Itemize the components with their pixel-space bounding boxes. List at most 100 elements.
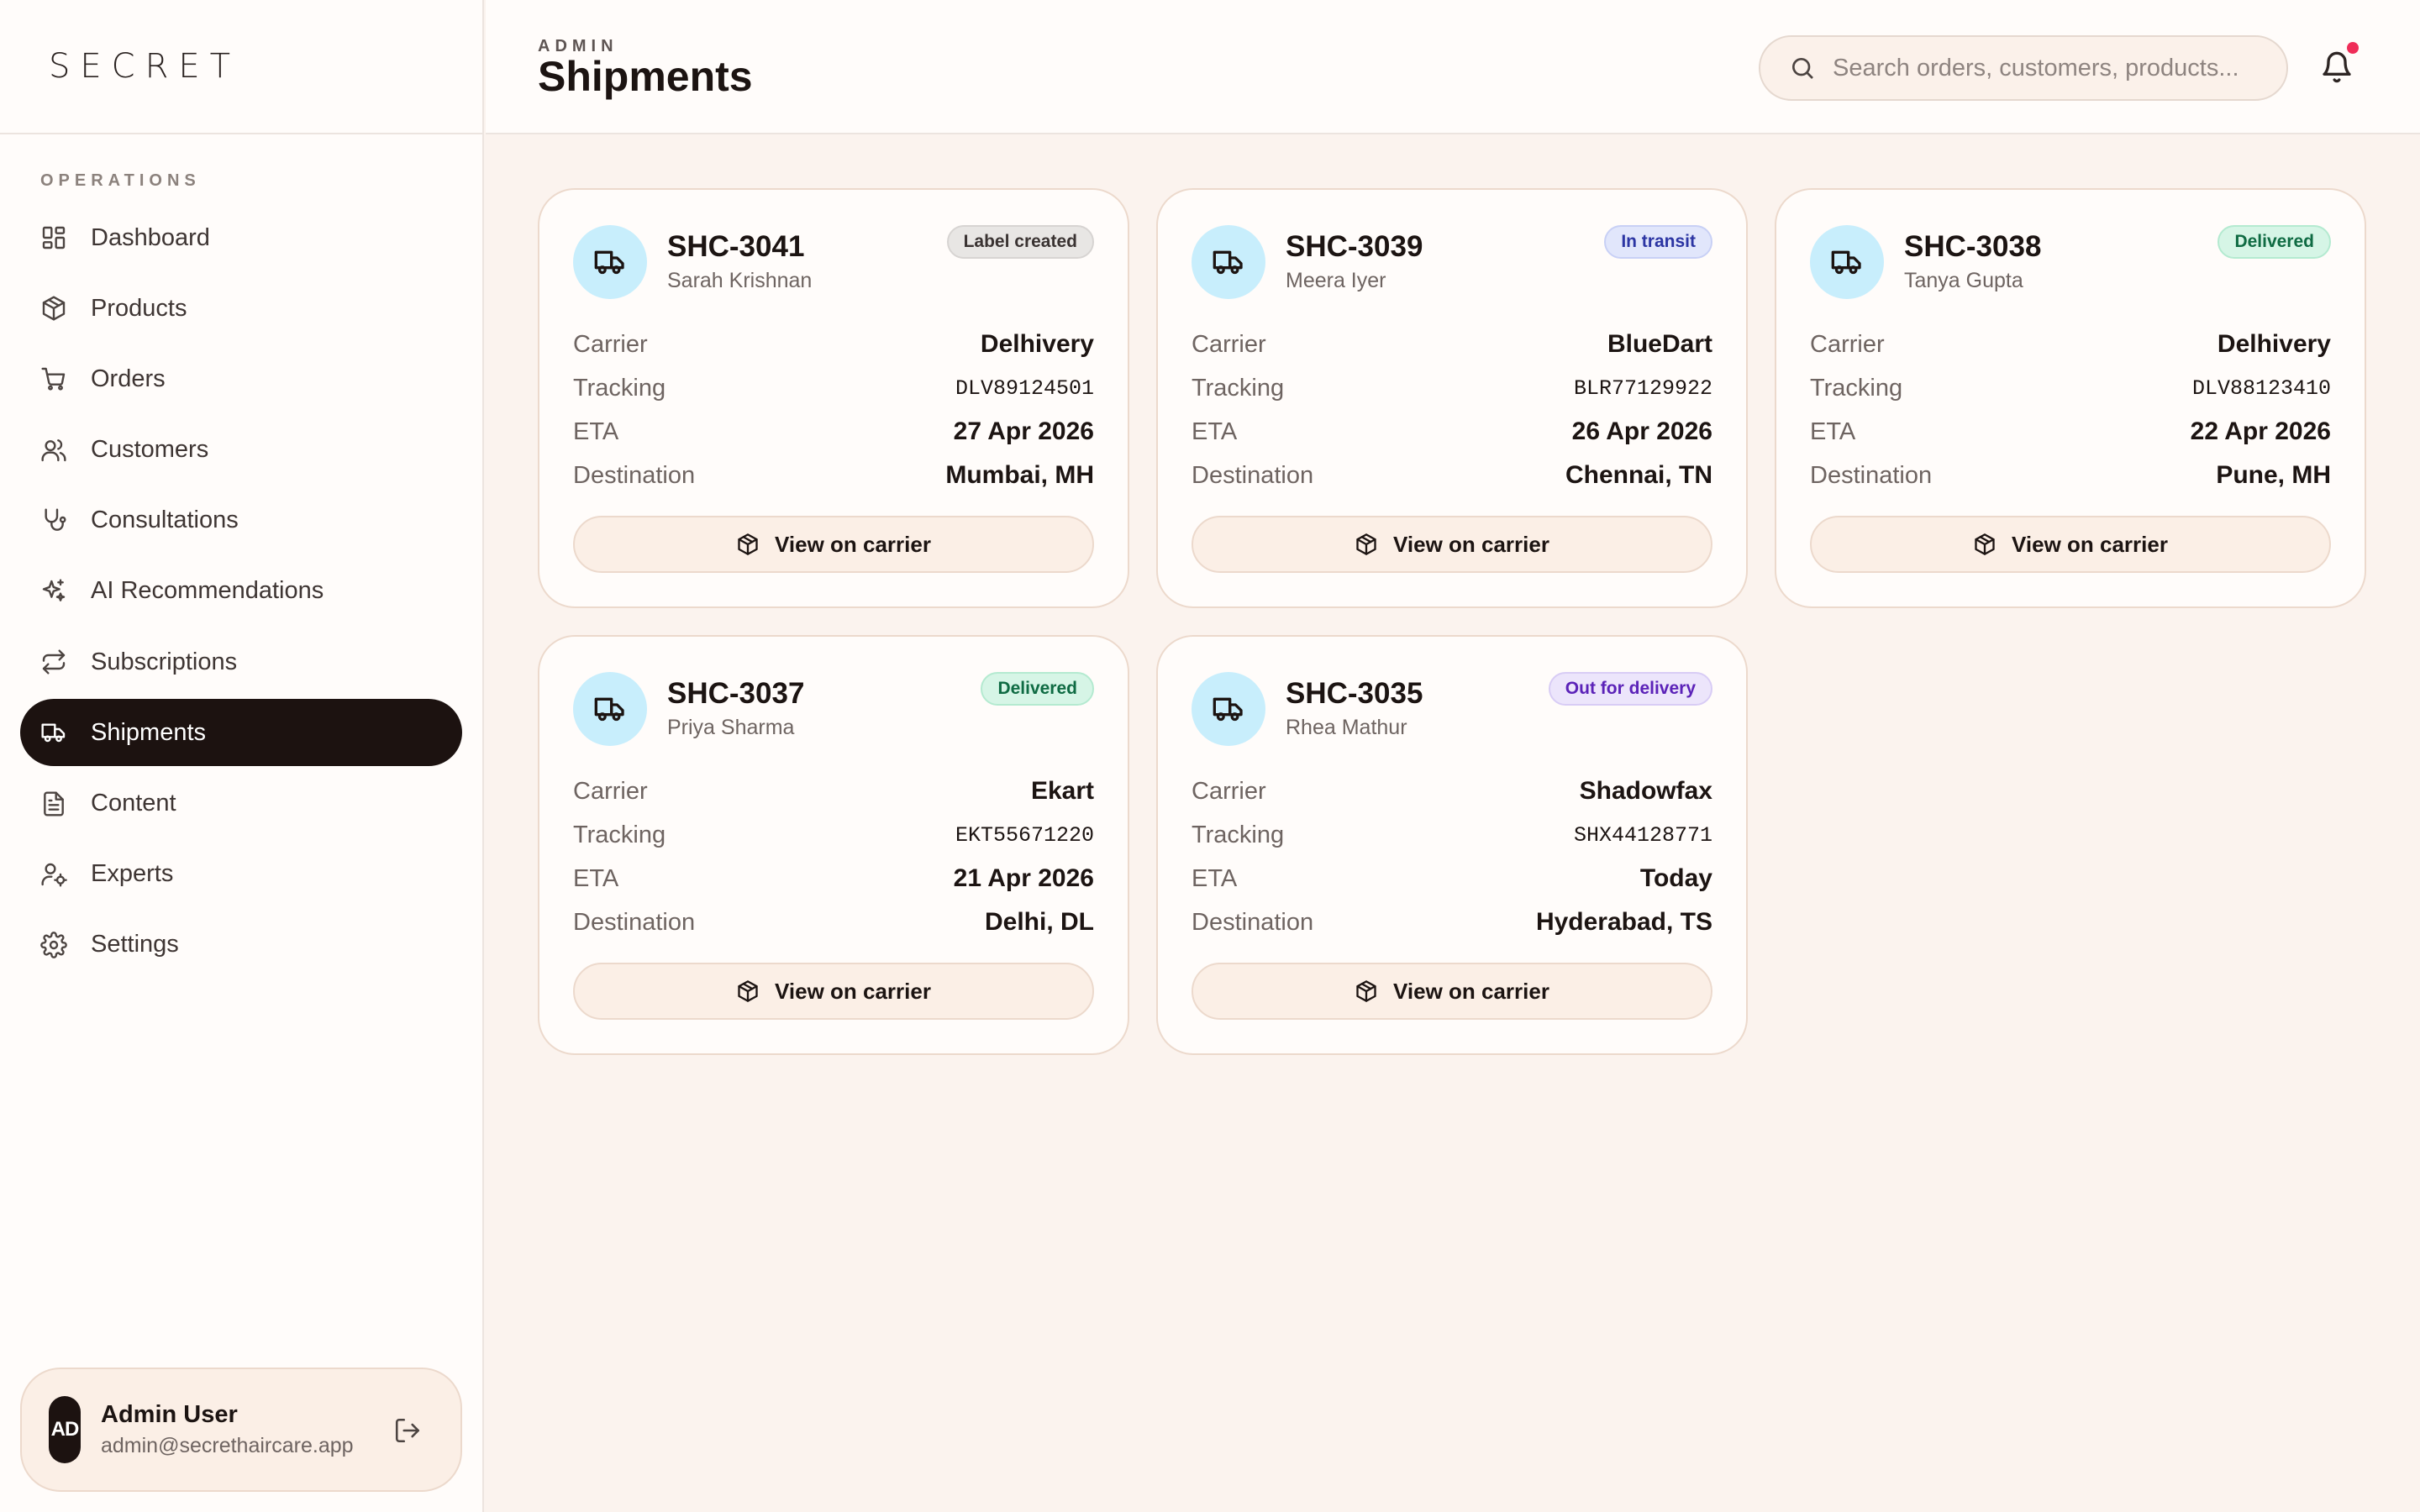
eta-label: ETA — [1192, 864, 1238, 892]
destination-row: Destination Mumbai, MH — [573, 454, 1094, 497]
shipment-details: Carrier BlueDart Tracking BLR77129922 ETA 2… — [1192, 323, 1712, 497]
eta-row: ETA 21 Apr 2026 — [573, 857, 1094, 900]
shipment-details: Carrier Ekart Tracking EKT55671220 ETA 21 A… — [573, 769, 1094, 944]
shipment-details: Carrier Shadowfax Tracking SHX44128771 ETA… — [1192, 769, 1712, 944]
destination-label: Destination — [573, 908, 696, 936]
search-box[interactable] — [1759, 35, 2288, 101]
repeat-icon — [40, 648, 67, 675]
tracking-label: Tracking — [573, 821, 666, 848]
shipment-card: SHC-3037 Priya Sharma Delivered Carrier E… — [538, 635, 1129, 1055]
sidebar-item-label: AI Recommendations — [91, 577, 324, 605]
sidebar-item-shipments[interactable]: Shipments — [20, 699, 462, 767]
destination-row: Destination Hyderabad, TS — [1192, 900, 1712, 944]
truck-icon — [40, 719, 67, 746]
users-icon — [40, 437, 67, 464]
user-profile-card[interactable]: AD Admin User admin@secrethaircare.app — [20, 1368, 462, 1492]
view-on-carrier-button[interactable]: View on carrier — [573, 963, 1094, 1020]
eta-row: ETA 27 Apr 2026 — [573, 410, 1094, 454]
tracking-value: DLV88123410 — [2191, 375, 2331, 401]
carrier-label: Carrier — [1192, 330, 1266, 358]
truck-icon — [573, 225, 647, 299]
status-badge: Delivered — [2217, 225, 2331, 259]
stethoscope-icon — [40, 507, 67, 534]
eta-row: ETA 22 Apr 2026 — [1810, 410, 2331, 454]
status-badge: Out for delivery — [1548, 672, 1712, 706]
eta-label: ETA — [1810, 417, 1856, 445]
sidebar-item-orders[interactable]: Orders — [20, 345, 462, 412]
carrier-value: Delhivery — [2217, 330, 2331, 358]
destination-label: Destination — [1192, 908, 1314, 936]
tracking-label: Tracking — [1192, 374, 1285, 402]
logout-icon[interactable] — [393, 1416, 422, 1445]
carrier-value: Shadowfax — [1579, 777, 1712, 805]
shipment-id: SHC-3038 — [1904, 230, 2042, 263]
truck-icon — [1192, 225, 1265, 299]
carrier-row: Carrier Ekart — [573, 769, 1094, 813]
sidebar-item-label: Content — [91, 790, 176, 816]
shipment-id: SHC-3041 — [667, 230, 805, 263]
sidebar-item-customers[interactable]: Customers — [20, 417, 462, 484]
view-on-carrier-button[interactable]: View on carrier — [1810, 516, 2331, 573]
status-badge: Delivered — [981, 672, 1094, 706]
eta-value: Today — [1639, 864, 1712, 892]
shipment-customer: Rhea Mathur — [1286, 716, 1407, 739]
sidebar-item-content[interactable]: Content — [20, 770, 462, 837]
destination-row: Destination Chennai, TN — [1192, 454, 1712, 497]
sidebar-item-subscriptions[interactable]: Subscriptions — [20, 628, 462, 696]
notifications-button[interactable] — [2320, 42, 2359, 84]
destination-value: Pune, MH — [2216, 461, 2331, 489]
destination-value: Hyderabad, TS — [1535, 908, 1712, 936]
shipment-card: SHC-3038 Tanya Gupta Delivered Carrier De… — [1775, 188, 2366, 608]
carrier-label: Carrier — [573, 330, 648, 358]
tracking-value: SHX44128771 — [1573, 822, 1712, 848]
eta-label: ETA — [573, 417, 619, 445]
shipment-details: Carrier Delhivery Tracking DLV88123410 ETA… — [1810, 323, 2331, 497]
carrier-row: Carrier Delhivery — [573, 323, 1094, 366]
view-button-label: View on carrier — [775, 978, 931, 1004]
destination-row: Destination Pune, MH — [1810, 454, 2331, 497]
tracking-row: Tracking DLV88123410 — [1810, 366, 2331, 410]
sidebar-item-label: Consultations — [91, 507, 239, 534]
eta-label: ETA — [1192, 417, 1238, 445]
destination-label: Destination — [573, 461, 696, 489]
sidebar-item-settings[interactable]: Settings — [20, 911, 462, 979]
sidebar-item-consultations[interactable]: Consultations — [20, 487, 462, 554]
sidebar-nav: Dashboard Products Orders Customers Cons… — [20, 204, 462, 982]
box-icon — [1975, 533, 1995, 555]
carrier-row: Carrier Delhivery — [1810, 323, 2331, 366]
destination-value: Delhi, DL — [984, 908, 1094, 936]
brand-logo[interactable]: SECRET — [49, 47, 240, 86]
truck-icon — [1810, 225, 1884, 299]
top-header: ADMIN Shipments — [486, 0, 2420, 134]
nav-section-label: OPERATIONS — [40, 171, 201, 190]
view-on-carrier-button[interactable]: View on carrier — [1192, 963, 1712, 1020]
view-button-label: View on carrier — [1393, 978, 1549, 1004]
tracking-row: Tracking EKT55671220 — [573, 813, 1094, 857]
view-button-label: View on carrier — [775, 531, 931, 557]
search-input[interactable] — [1833, 54, 2270, 82]
sidebar-item-dashboard[interactable]: Dashboard — [20, 204, 462, 271]
shipment-id: SHC-3039 — [1286, 230, 1423, 263]
tracking-label: Tracking — [1192, 821, 1285, 848]
tracking-label: Tracking — [1810, 374, 1903, 402]
sidebar-item-experts[interactable]: Experts — [20, 841, 462, 908]
sidebar-item-label: Shipments — [91, 718, 207, 746]
sidebar-item-products[interactable]: Products — [20, 275, 462, 342]
sidebar-item-label: Subscriptions — [91, 648, 238, 675]
tracking-label: Tracking — [573, 374, 666, 402]
destination-row: Destination Delhi, DL — [573, 900, 1094, 944]
user-info: Admin User admin@secrethaircare.app — [101, 1401, 354, 1458]
eta-value: 22 Apr 2026 — [2190, 417, 2331, 445]
sidebar-item-label: Dashboard — [91, 223, 210, 251]
user-email: admin@secrethaircare.app — [101, 1434, 354, 1457]
carrier-label: Carrier — [573, 777, 648, 805]
shipment-id: SHC-3037 — [667, 677, 805, 710]
view-on-carrier-button[interactable]: View on carrier — [1192, 516, 1712, 573]
carrier-label: Carrier — [1810, 330, 1885, 358]
status-badge: Label created — [946, 225, 1094, 259]
truck-icon — [573, 672, 647, 746]
eta-row: ETA Today — [1192, 857, 1712, 900]
sidebar-item-ai-recommendations[interactable]: AI Recommendations — [20, 558, 462, 625]
box-icon — [40, 295, 67, 322]
view-on-carrier-button[interactable]: View on carrier — [573, 516, 1094, 573]
